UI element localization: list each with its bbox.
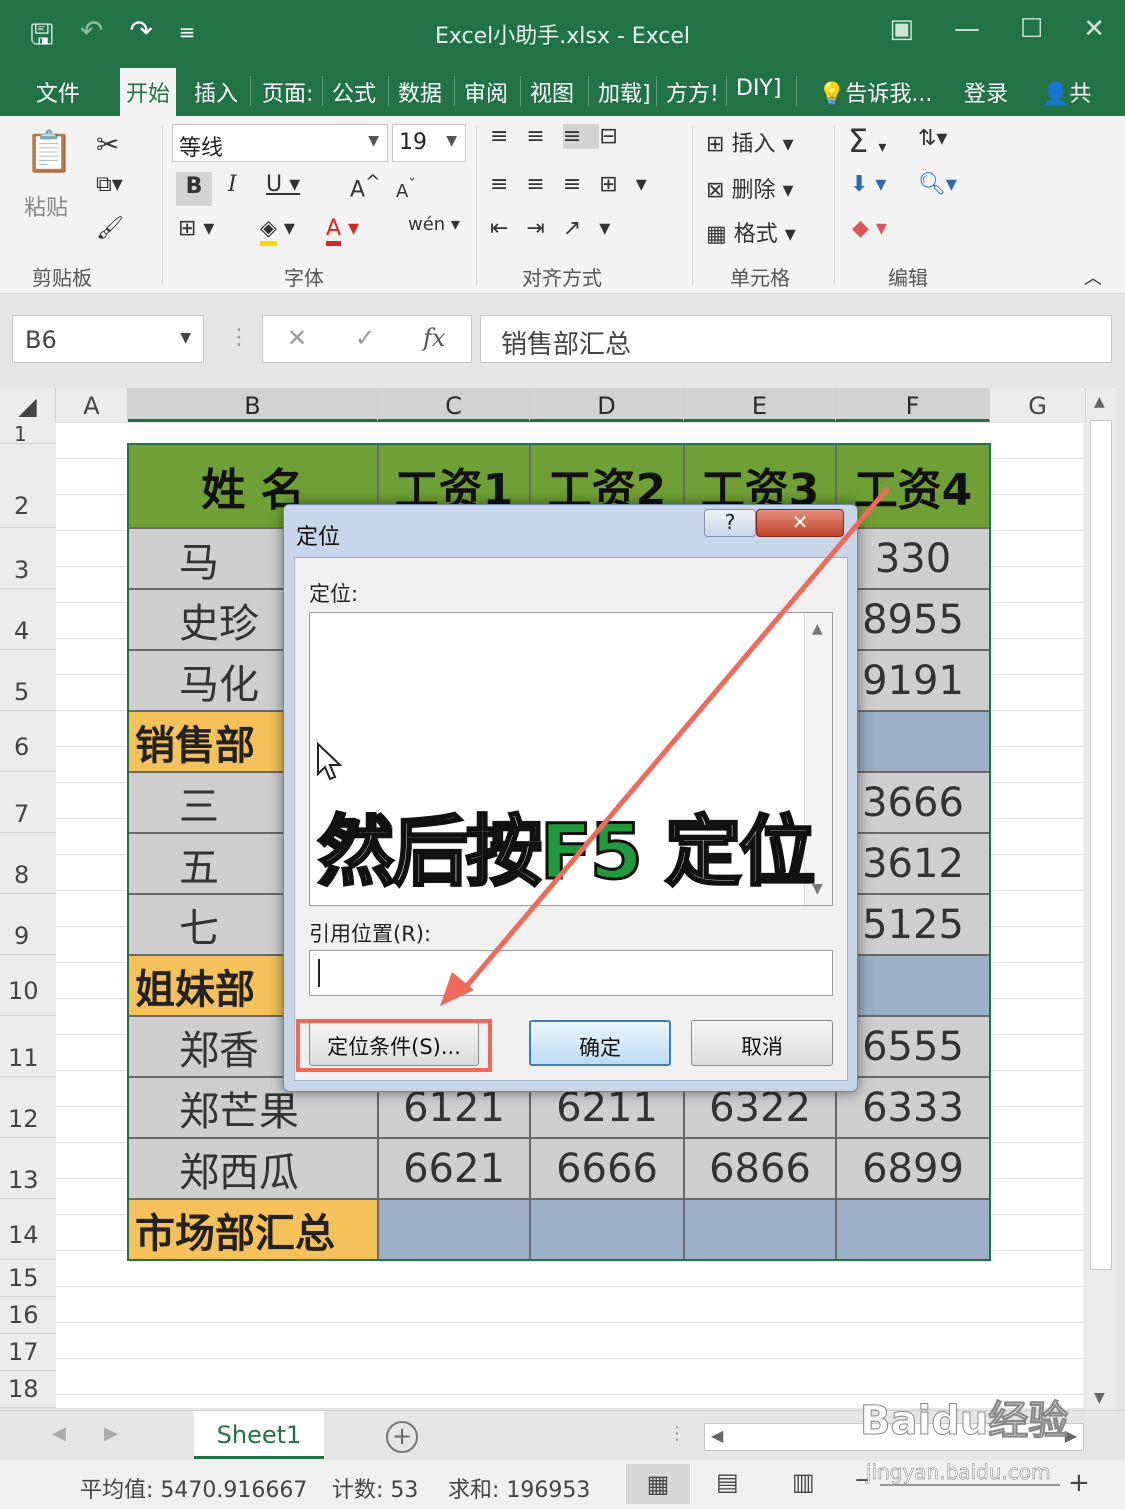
baidu-watermark-url: jingyan.baidu.com xyxy=(866,1460,1051,1485)
annotation-highlight-box xyxy=(296,1019,492,1072)
annotation-arrow xyxy=(440,486,890,1006)
baidu-watermark: Baidu经验 xyxy=(859,1398,1069,1445)
